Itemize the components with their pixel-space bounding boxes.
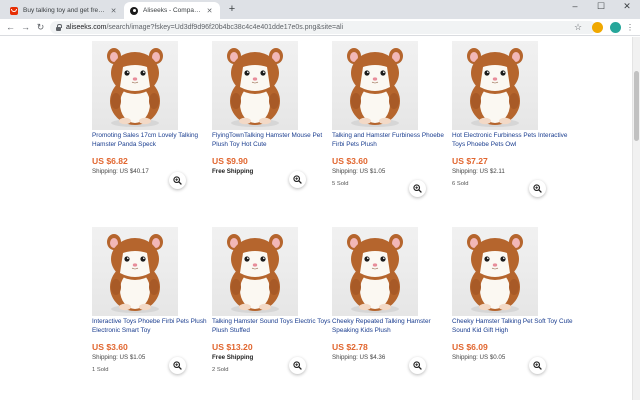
sold-count: 6 Sold — [452, 181, 469, 187]
aliexpress-icon — [10, 6, 18, 15]
product-card[interactable]: Cheeky Hamster Talking Pet Soft Toy Cute… — [452, 227, 573, 375]
product-card[interactable]: FlyingTownTalking Hamster Mouse Pet Plus… — [212, 41, 322, 189]
product-price: US $7.27 — [452, 156, 488, 166]
product-title-link[interactable]: Interactive Toys Phoebe Firbi Pets Plush… — [92, 318, 214, 338]
tab-close-icon[interactable]: ✕ — [109, 7, 118, 15]
product-image[interactable] — [212, 227, 298, 316]
image-search-button[interactable] — [169, 172, 186, 189]
image-search-button[interactable] — [529, 357, 546, 374]
browser-toolbar: ← → ↻ aliseeks.com/search/image?fskey=Ud… — [0, 19, 640, 36]
sold-count: 2 Sold — [212, 367, 229, 373]
image-search-button[interactable] — [289, 357, 306, 374]
shipping-cost: Shipping: US $1.05 — [332, 168, 386, 175]
product-title-link[interactable]: Talking and Hamster Furbiness Phoebe Fir… — [332, 132, 454, 152]
profile-avatar-icon[interactable] — [610, 22, 621, 33]
back-button[interactable]: ← — [4, 21, 17, 34]
product-image[interactable] — [332, 41, 418, 130]
lock-icon[interactable] — [56, 24, 62, 31]
shipping-cost: Free Shipping — [212, 168, 254, 175]
sold-count: 5 Sold — [332, 181, 349, 187]
product-title-link[interactable]: Promoting Sales 17cm Lovely Talking Hams… — [92, 132, 214, 152]
aliseeks-icon — [130, 6, 138, 15]
product-image[interactable] — [92, 41, 178, 130]
shipping-cost: Free Shipping — [212, 354, 254, 361]
scrollbar-thumb[interactable] — [634, 71, 639, 141]
product-image[interactable] — [452, 227, 538, 316]
menu-kebab-icon[interactable]: ⋮ — [626, 22, 634, 33]
product-price: US $13.20 — [212, 342, 253, 352]
url-text[interactable]: aliseeks.com/search/image?fskey=Ud3df9d9… — [66, 23, 343, 32]
product-price: US $3.60 — [332, 156, 368, 166]
product-image[interactable] — [452, 41, 538, 130]
product-title-link[interactable]: Cheeky Hamster Talking Pet Soft Toy Cute… — [452, 318, 574, 338]
product-card[interactable]: Interactive Toys Phoebe Firbi Pets Plush… — [92, 227, 207, 375]
product-title-link[interactable]: Talking Hamster Sound Toys Electric Toys… — [212, 318, 334, 338]
product-image[interactable] — [332, 227, 418, 316]
shipping-cost: Shipping: US $4.36 — [332, 354, 386, 361]
product-price: US $6.82 — [92, 156, 128, 166]
tab-title: Buy talking toy and get free shipp — [23, 7, 106, 14]
page-scrollbar[interactable] — [632, 37, 640, 400]
close-window-button[interactable]: ✕ — [614, 0, 640, 14]
tab-strip: Buy talking toy and get free shipp ✕ Ali… — [0, 0, 640, 19]
image-search-button[interactable] — [289, 171, 306, 188]
minimize-button[interactable]: – — [562, 0, 588, 14]
product-image[interactable] — [212, 41, 298, 130]
search-results-page: Promoting Sales 17cm Lovely Talking Hams… — [0, 37, 632, 400]
tab-aliseeks[interactable]: Aliseeks - Compare Aliexpress pr ✕ — [124, 2, 220, 19]
product-price: US $6.09 — [452, 342, 488, 352]
new-tab-button[interactable]: + — [225, 2, 239, 16]
product-card[interactable]: Hot Electronic Furbiness Pets Interactiv… — [452, 41, 567, 197]
url-domain: aliseeks.com — [66, 24, 107, 31]
product-title-link[interactable]: Cheeky Repeated Talking Hamster Speaking… — [332, 318, 454, 338]
product-card[interactable]: Cheeky Repeated Talking Hamster Speaking… — [332, 227, 431, 375]
product-title-link[interactable]: Hot Electronic Furbiness Pets Interactiv… — [452, 132, 574, 152]
shipping-cost: Shipping: US $2.11 — [452, 168, 505, 175]
tab-title: Aliseeks - Compare Aliexpress pr — [143, 7, 202, 14]
image-search-button[interactable] — [529, 180, 546, 197]
product-price: US $9.90 — [212, 156, 248, 166]
product-price: US $2.78 — [332, 342, 368, 352]
product-image[interactable] — [92, 227, 178, 316]
tab-aliexpress[interactable]: Buy talking toy and get free shipp ✕ — [4, 2, 124, 19]
url-path: /search/image?fskey=Ud3df9d96f20b4bc38c4… — [106, 24, 344, 31]
image-search-button[interactable] — [169, 357, 186, 374]
image-search-button[interactable] — [409, 357, 426, 374]
shipping-cost: Shipping: US $40.17 — [92, 168, 149, 175]
product-title-link[interactable]: FlyingTownTalking Hamster Mouse Pet Plus… — [212, 132, 334, 152]
bookmark-star-icon[interactable]: ☆ — [573, 21, 583, 34]
maximize-button[interactable]: ☐ — [588, 0, 614, 14]
product-card[interactable]: Talking and Hamster Furbiness Phoebe Fir… — [332, 41, 444, 197]
tab-close-icon[interactable]: ✕ — [205, 7, 214, 15]
shipping-cost: Shipping: US $0.05 — [452, 354, 506, 361]
product-card[interactable]: Promoting Sales 17cm Lovely Talking Hams… — [92, 41, 198, 189]
sold-count: 1 Sold — [92, 367, 109, 373]
forward-button[interactable]: → — [19, 21, 32, 34]
product-price: US $3.60 — [92, 342, 128, 352]
reload-button[interactable]: ↻ — [34, 21, 47, 34]
extension-icon[interactable] — [592, 22, 603, 33]
product-card[interactable]: Talking Hamster Sound Toys Electric Toys… — [212, 227, 330, 375]
image-search-button[interactable] — [409, 180, 426, 197]
shipping-cost: Shipping: US $1.05 — [92, 354, 146, 361]
address-bar[interactable]: aliseeks.com/search/image?fskey=Ud3df9d9… — [50, 21, 596, 34]
